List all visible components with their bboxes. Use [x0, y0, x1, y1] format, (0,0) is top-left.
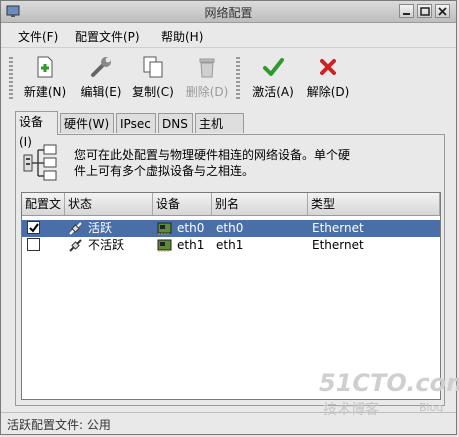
menubar: 文件(F) 配置文件(P) 帮助(H) — [1, 23, 456, 48]
close-icon — [438, 7, 447, 16]
profile-checkbox[interactable] — [27, 221, 40, 234]
delete-label: 删除(D) — [185, 85, 229, 99]
column-header-type[interactable]: 类型 — [308, 193, 440, 215]
device-cell: eth1 — [177, 238, 205, 252]
active-profile-status: 活跃配置文件: 公用 — [7, 418, 111, 432]
tab-devices[interactable]: 设备(I) — [15, 111, 58, 149]
checkmark-icon — [29, 223, 39, 233]
menu-help[interactable]: 帮助(H) — [161, 28, 203, 45]
window-title: 网络配置 — [204, 6, 253, 20]
table-row[interactable]: 不活跃 eth1 eth1 Ethernet — [22, 237, 440, 254]
tab-ipsec[interactable]: IPsec — [116, 113, 156, 133]
copy-button[interactable]: 复制(C) — [126, 51, 180, 101]
copy-icon — [143, 56, 163, 78]
tab-hardware[interactable]: 硬件(W) — [60, 113, 114, 133]
trash-icon — [199, 58, 215, 78]
list-header: 配置文 状态 设备 别名 类型 — [22, 193, 440, 216]
devices-panel: 您可在此处配置与物理硬件相连的网络设备。单个硬 件上可有多个虚拟设备与之相连。 … — [15, 134, 445, 406]
activate-label: 激活(A) — [252, 85, 294, 99]
minimize-button[interactable] — [399, 4, 414, 18]
toolbar-grip-2[interactable] — [236, 57, 240, 99]
titlebar[interactable]: 网络配置 — [1, 1, 456, 23]
info-text-line-2: 件上可有多个虚拟设备与之相连。 — [74, 164, 255, 178]
close-button[interactable] — [435, 4, 450, 18]
watermark: 51CTO.com 技术博客 Blog — [319, 369, 459, 418]
network-card-icon — [157, 222, 172, 235]
menu-file[interactable]: 文件(F) — [18, 28, 58, 45]
column-header-status[interactable]: 状态 — [65, 193, 153, 215]
device-cell: eth0 — [177, 221, 205, 235]
status-cell: 活跃 — [88, 221, 113, 235]
x-icon — [320, 59, 336, 75]
menu-profile[interactable]: 配置文件(P) — [75, 28, 140, 45]
copy-label: 复制(C) — [132, 85, 174, 99]
statusbar: 活跃配置文件: 公用 — [1, 412, 456, 435]
network-config-window: 网络配置 文件(F) 配置文件(P) 帮助(H) 新建(N) 编辑(E) 复制(… — [0, 0, 459, 435]
deactivate-button[interactable]: 解除(D) — [301, 51, 355, 101]
new-button[interactable]: 新建(N) — [18, 51, 72, 101]
alias-cell: eth0 — [216, 221, 244, 235]
toolbar-grip[interactable] — [9, 57, 13, 99]
checkmark-icon — [263, 58, 284, 76]
maximize-icon — [420, 7, 430, 16]
status-cell: 不活跃 — [88, 238, 125, 252]
table-row[interactable]: 活跃 eth0 eth0 Ethernet — [22, 220, 440, 237]
info-text-line-1: 您可在此处配置与物理硬件相连的网络设备。单个硬 — [74, 148, 351, 162]
column-header-profile[interactable]: 配置文 — [22, 193, 65, 215]
activate-button[interactable]: 激活(A) — [246, 51, 300, 101]
toolbar: 新建(N) 编辑(E) 复制(C) 删除(D) 激活(A) 解除(D) — [1, 49, 456, 105]
type-cell: Ethernet — [312, 238, 364, 252]
tab-hosts[interactable]: 主机(O) — [195, 113, 244, 151]
delete-button[interactable]: 删除(D) — [180, 51, 234, 101]
info-text: 您可在此处配置与物理硬件相连的网络设备。单个硬 件上可有多个虚拟设备与之相连。 — [74, 147, 434, 179]
column-header-alias[interactable]: 别名 — [212, 193, 308, 215]
alias-cell: eth1 — [216, 238, 244, 252]
column-header-device[interactable]: 设备 — [153, 193, 212, 215]
plug-icon — [69, 222, 82, 235]
plug-icon — [69, 239, 82, 252]
profile-checkbox[interactable] — [27, 238, 40, 251]
tab-dns[interactable]: DNS — [158, 113, 193, 133]
maximize-button[interactable] — [417, 4, 432, 18]
new-icon — [37, 56, 53, 78]
watermark-line-1: 51CTO.com — [319, 369, 459, 397]
edit-button[interactable]: 编辑(E) — [74, 51, 128, 101]
minimize-icon — [403, 13, 410, 15]
type-cell: Ethernet — [312, 221, 364, 235]
new-label: 新建(N) — [23, 85, 67, 99]
edit-label: 编辑(E) — [80, 85, 122, 99]
wrench-icon — [91, 57, 111, 77]
deactivate-label: 解除(D) — [306, 85, 350, 99]
network-card-icon — [157, 239, 172, 252]
